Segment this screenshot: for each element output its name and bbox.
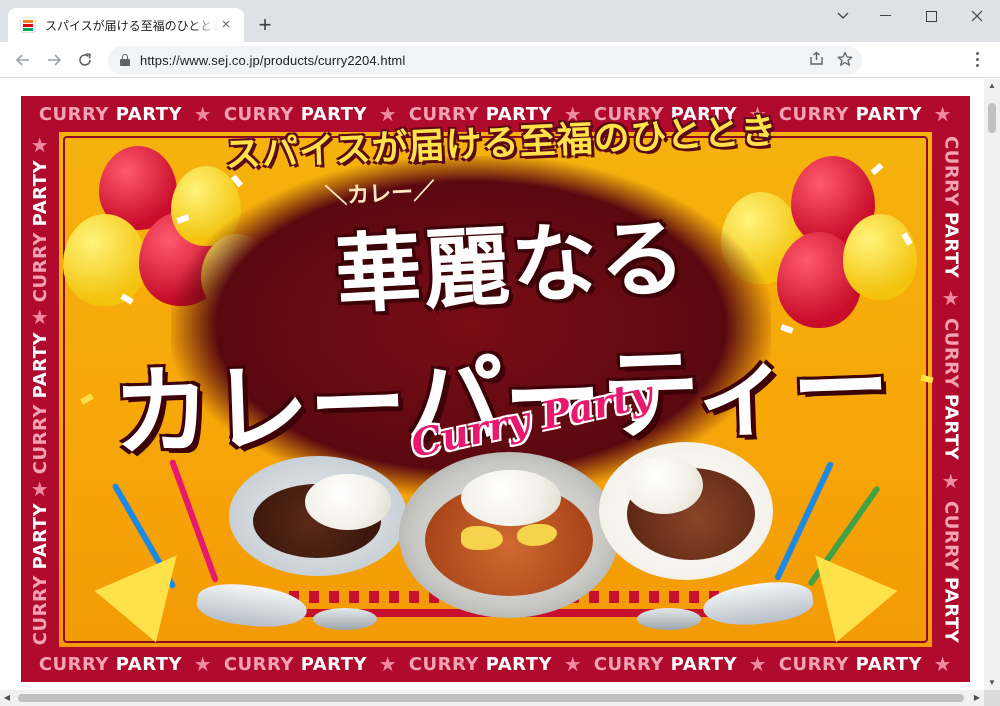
tab-title: スパイスが届ける至福のひととき 華麗: [45, 18, 218, 33]
spoon-left: [313, 608, 377, 630]
frame-left-strip: ★ CURRY PARTY ★ CURRY PARTY ★ CURRY PART…: [29, 133, 51, 646]
chevron-down-icon: [837, 12, 849, 19]
scroll-up-icon[interactable]: ▲: [984, 79, 1000, 93]
vertical-scroll-thumb[interactable]: [988, 103, 996, 133]
plate-right: [599, 442, 773, 580]
forward-button[interactable]: [40, 46, 68, 74]
share-icon[interactable]: [806, 51, 826, 71]
back-arrow-icon: [15, 54, 29, 66]
banner-title-line1: 華麗なる: [333, 206, 690, 327]
spoon-right: [637, 608, 701, 630]
browser-toolbar: https://www.sej.co.jp/products/curry2204…: [0, 42, 1000, 78]
frame-bottom-strip: CURRY PARTY ★ CURRY PARTY ★ CURRY PARTY …: [38, 652, 953, 676]
address-bar[interactable]: https://www.sej.co.jp/products/curry2204…: [108, 46, 862, 75]
new-tab-button[interactable]: +: [252, 13, 278, 39]
reload-button[interactable]: [71, 46, 99, 74]
curry-party-banner[interactable]: CURRY PARTY ★ CURRY PARTY ★ CURRY PARTY …: [21, 96, 970, 682]
reload-icon: [79, 53, 91, 66]
back-button[interactable]: [9, 46, 37, 74]
minimize-button[interactable]: [862, 0, 908, 32]
lock-icon[interactable]: [120, 54, 130, 66]
close-window-button[interactable]: [954, 0, 1000, 32]
seven-eleven-favicon-icon: [20, 17, 36, 33]
bookmark-star-icon[interactable]: [835, 51, 855, 71]
tab-search-button[interactable]: [820, 0, 866, 32]
horizontal-scrollbar[interactable]: ◀ ▶: [0, 690, 984, 706]
frame-right-strip: CURRY PARTY ★ CURRY PARTY ★ CURRY PARTY: [940, 136, 962, 643]
vertical-scrollbar[interactable]: ▲ ▼: [984, 79, 1000, 690]
close-icon: [971, 10, 983, 22]
browser-menu-icon[interactable]: [967, 46, 987, 72]
scroll-down-icon[interactable]: ▼: [984, 676, 1000, 690]
balloon-yellow: [843, 214, 917, 300]
plate-left: [229, 456, 407, 576]
scrollbar-corner: [984, 690, 1000, 706]
forward-arrow-icon: [48, 54, 62, 66]
minimize-icon: [879, 15, 891, 16]
maximize-button[interactable]: [908, 0, 954, 32]
url-text[interactable]: https://www.sej.co.jp/products/curry2204…: [140, 53, 405, 68]
scroll-left-icon[interactable]: ◀: [0, 690, 14, 706]
page-viewport: CURRY PARTY ★ CURRY PARTY ★ CURRY PARTY …: [0, 79, 984, 690]
horizontal-scroll-thumb[interactable]: [18, 694, 964, 702]
maximize-icon: [925, 10, 937, 22]
tab-strip: スパイスが届ける至福のひととき 華麗 × +: [0, 0, 1000, 42]
scroll-right-icon[interactable]: ▶: [970, 690, 984, 706]
plate-center: [399, 452, 619, 618]
browser-tab[interactable]: スパイスが届ける至福のひととき 華麗 ×: [8, 8, 244, 42]
balloon-yellow: [63, 214, 147, 306]
tab-close-icon[interactable]: ×: [218, 17, 234, 33]
